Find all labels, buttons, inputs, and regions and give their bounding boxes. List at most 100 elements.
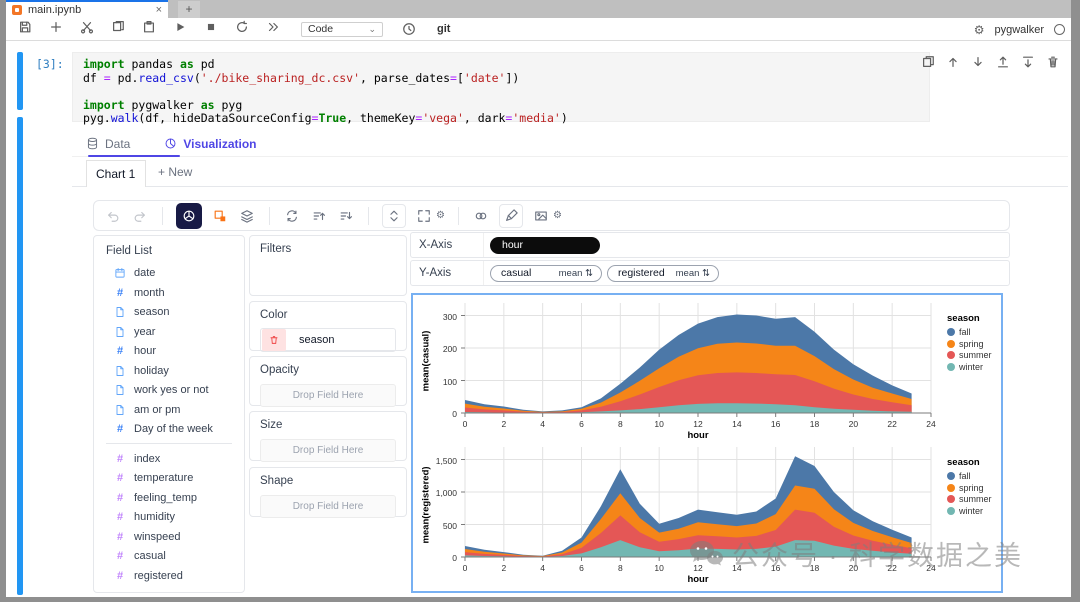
sort-desc-icon[interactable]	[337, 207, 355, 225]
height-button[interactable]	[382, 203, 406, 228]
code-line: pyg.walk(df, hideDataSourceConfig=True, …	[83, 111, 568, 125]
active-cell-indicator[interactable]	[17, 52, 23, 110]
field-item-humidity[interactable]: # humidity	[106, 511, 232, 523]
field-item-work-yes-or-not[interactable]: work yes or not	[106, 384, 232, 396]
restart-icon[interactable]	[230, 19, 254, 35]
field-item-am-or-pm[interactable]: am or pm	[106, 404, 232, 416]
insert-below-icon[interactable]	[1020, 54, 1036, 70]
x-axis-field-pill[interactable]: hour	[490, 236, 600, 254]
legend-item-spring[interactable]: spring	[947, 483, 1003, 493]
gear-icon[interactable]: ⚙	[974, 23, 985, 37]
chevron-down-icon: ⌄	[368, 23, 376, 34]
geom-mode-button[interactable]	[176, 202, 202, 229]
field-item-temperature[interactable]: # temperature	[106, 472, 232, 484]
resize-icon[interactable]	[415, 207, 433, 225]
insert-above-icon[interactable]	[995, 54, 1011, 70]
legend-label: fall	[959, 471, 971, 481]
execution-count: [3]:	[36, 57, 64, 71]
pill-aggregation[interactable]: mean ⇅	[676, 268, 710, 279]
limit-icon[interactable]	[472, 207, 490, 225]
document-icon	[114, 404, 126, 416]
legend-item-fall[interactable]: fall	[947, 471, 1003, 481]
y-axis-field-pill-casual[interactable]: casual mean ⇅	[490, 264, 602, 282]
pill-aggregation[interactable]: mean ⇅	[559, 268, 593, 279]
save-icon[interactable]	[13, 19, 37, 35]
x-tick-label: 12	[693, 419, 703, 429]
color-panel: Color season	[249, 301, 407, 352]
kernel-status-icon	[1054, 24, 1065, 35]
redo-icon[interactable]	[131, 207, 149, 225]
export-icon[interactable]	[532, 207, 550, 225]
add-icon[interactable]	[44, 19, 68, 35]
git-menu[interactable]: git	[437, 23, 450, 35]
close-tab-icon[interactable]: ×	[156, 4, 162, 16]
color-field-pill[interactable]: season	[260, 328, 396, 352]
legend-item-winter[interactable]: winter	[947, 506, 1003, 516]
x-tick-label: 22	[887, 563, 897, 573]
aggregation-icon[interactable]	[211, 207, 229, 225]
field-item-hour[interactable]: # hour	[106, 345, 232, 357]
legend-item-summer[interactable]: summer	[947, 350, 1003, 360]
shape-drop-zone[interactable]: Drop Field Here	[260, 495, 396, 518]
field-item-feeling_temp[interactable]: # feeling_temp	[106, 492, 232, 504]
field-item-casual[interactable]: # casual	[106, 550, 232, 562]
field-item-year[interactable]: year	[106, 326, 232, 338]
delete-icon[interactable]	[1045, 54, 1061, 70]
hash-icon: #	[116, 286, 124, 299]
history-icon[interactable]	[397, 21, 421, 37]
kernel-name[interactable]: pygwalker	[994, 24, 1044, 36]
legend-item-summer[interactable]: summer	[947, 494, 1003, 504]
legend-item-winter[interactable]: winter	[947, 362, 1003, 372]
refresh-icon[interactable]	[283, 207, 301, 225]
brush-button[interactable]	[498, 203, 523, 228]
field-name: month	[134, 286, 165, 299]
code-cell[interactable]: import pandas as pd df = pd.read_csv('./b…	[72, 52, 930, 125]
stop-icon[interactable]	[199, 19, 223, 35]
notebook-tab[interactable]: main.ipynb ×	[6, 0, 168, 18]
move-down-icon[interactable]	[970, 54, 986, 70]
legend-item-fall[interactable]: fall	[947, 327, 1003, 337]
config-gear-icon[interactable]: ⚙	[553, 210, 562, 221]
copy-icon[interactable]	[106, 19, 130, 35]
cell-type-select[interactable]: Code ⌄	[301, 21, 383, 37]
field-item-holiday[interactable]: holiday	[106, 365, 232, 377]
run-all-icon[interactable]	[261, 19, 285, 35]
duplicate-icon[interactable]	[920, 54, 936, 70]
tab-title: main.ipynb	[28, 4, 82, 16]
new-tab-button[interactable]: +	[178, 1, 200, 18]
undo-icon[interactable]	[104, 207, 122, 225]
legend-item-spring[interactable]: spring	[947, 339, 1003, 349]
y-axis-field-pill-registered[interactable]: registered mean ⇅	[607, 264, 719, 282]
x-tick-label: 6	[579, 419, 584, 429]
y-tick-label: 0	[452, 409, 457, 419]
cut-icon[interactable]	[75, 19, 99, 35]
trash-icon[interactable]	[262, 329, 286, 351]
field-item-index[interactable]: # index	[106, 453, 232, 465]
legend-label: fall	[959, 327, 971, 337]
code-line: import pygwalker as pyg	[83, 97, 243, 112]
layers-icon[interactable]	[238, 207, 256, 225]
window-frame: main.ipynb × + Code ⌄ git ⚙ pygwalker [3…	[0, 0, 1080, 602]
field-item-winspeed[interactable]: # winspeed	[106, 531, 232, 543]
sort-asc-icon[interactable]	[310, 207, 328, 225]
settings-gear-icon[interactable]: ⚙	[436, 210, 445, 221]
paste-icon[interactable]	[137, 19, 161, 35]
field-item-date[interactable]: date	[106, 267, 232, 279]
opacity-panel: Opacity Drop Field Here	[249, 356, 407, 407]
move-up-icon[interactable]	[945, 54, 961, 70]
tab-data-label: Data	[105, 136, 131, 151]
output-cell-indicator[interactable]	[17, 117, 23, 595]
chart-1-tab[interactable]: Chart 1	[86, 160, 146, 187]
field-item-registered[interactable]: # registered	[106, 570, 232, 582]
tab-data[interactable]: Data	[86, 137, 130, 151]
field-item-month[interactable]: # month	[106, 287, 232, 299]
x-tick-label: 10	[654, 419, 664, 429]
new-chart-button[interactable]: + New	[158, 165, 192, 179]
size-drop-zone[interactable]: Drop Field Here	[260, 439, 396, 462]
run-icon[interactable]	[168, 19, 192, 35]
field-item-Day-of-the-week[interactable]: # Day of the week	[106, 423, 232, 435]
tab-visualization[interactable]: Visualization	[164, 137, 257, 151]
hash-icon: #	[116, 423, 124, 435]
field-item-season[interactable]: season	[106, 306, 232, 318]
opacity-drop-zone[interactable]: Drop Field Here	[260, 384, 396, 407]
